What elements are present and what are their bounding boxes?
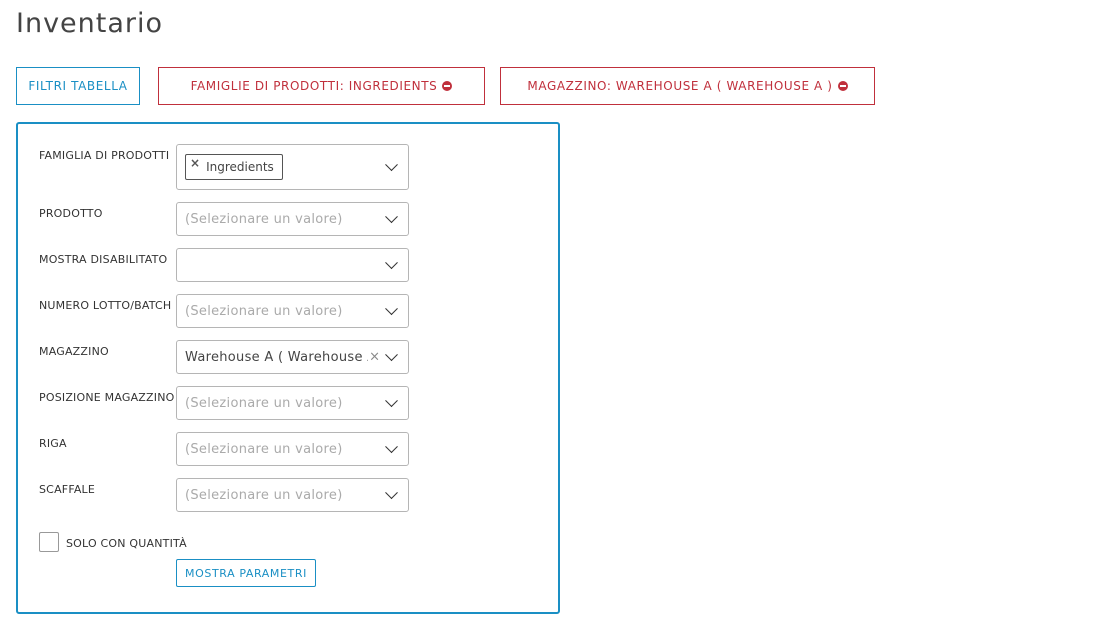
- chevron-down-icon: [385, 158, 398, 172]
- active-filter-label: FAMIGLIE DI PRODOTTI: INGREDIENTS: [190, 79, 438, 93]
- active-filter-product-family[interactable]: FAMIGLIE DI PRODOTTI: INGREDIENTS: [158, 67, 485, 105]
- close-icon[interactable]: ×: [369, 350, 380, 365]
- filter-panel: FAMIGLIA DI PRODOTTI × Ingredients PRODO…: [16, 122, 560, 614]
- shelf-select[interactable]: (Selezionare un valore): [176, 478, 409, 512]
- show-params-button[interactable]: MOSTRA PARAMETRI: [176, 559, 316, 587]
- chevron-down-icon: [385, 440, 398, 454]
- row-select[interactable]: (Selezionare un valore): [176, 432, 409, 466]
- only-with-quantity-checkbox[interactable]: [39, 532, 59, 552]
- filter-table-label: FILTRI TABELLA: [28, 79, 128, 93]
- show-params-label: MOSTRA PARAMETRI: [185, 566, 307, 580]
- chevron-down-icon: [385, 394, 398, 408]
- batch-number-select[interactable]: (Selezionare un valore): [176, 294, 409, 328]
- warehouse-location-select[interactable]: (Selezionare un valore): [176, 386, 409, 420]
- field-label-product-family: FAMIGLIA DI PRODOTTI: [39, 149, 170, 162]
- select-placeholder: (Selezionare un valore): [185, 441, 343, 457]
- select-value: Warehouse A ( Warehouse A ): [185, 349, 368, 365]
- page-title: Inventario: [16, 8, 164, 39]
- active-filter-warehouse[interactable]: MAGAZZINO: WAREHOUSE A ( WAREHOUSE A ): [500, 67, 875, 105]
- select-placeholder: (Selezionare un valore): [185, 395, 343, 411]
- chevron-down-icon: [385, 256, 398, 270]
- select-placeholder: (Selezionare un valore): [185, 211, 343, 227]
- filter-table-button[interactable]: FILTRI TABELLA: [16, 67, 140, 105]
- product-select[interactable]: (Selezionare un valore): [176, 202, 409, 236]
- minus-circle-icon[interactable]: [442, 81, 453, 91]
- field-label-batch-number: NUMERO LOTTO/BATCH: [39, 299, 172, 312]
- tag-label: Ingredients: [206, 160, 274, 174]
- chevron-down-icon: [385, 486, 398, 500]
- chevron-down-icon: [385, 302, 398, 316]
- only-with-quantity-label: SOLO CON QUANTITÀ: [66, 537, 187, 550]
- show-disabled-select[interactable]: [176, 248, 409, 282]
- field-label-show-disabled: MOSTRA DISABILITATO: [39, 253, 168, 266]
- active-filter-label: MAGAZZINO: WAREHOUSE A ( WAREHOUSE A ): [527, 79, 833, 93]
- field-label-warehouse: MAGAZZINO: [39, 345, 109, 358]
- select-placeholder: (Selezionare un valore): [185, 303, 343, 319]
- chevron-down-icon: [385, 348, 398, 362]
- field-label-product: PRODOTTO: [39, 207, 103, 220]
- field-label-shelf: SCAFFALE: [39, 483, 96, 496]
- warehouse-select[interactable]: Warehouse A ( Warehouse A ) ×: [176, 340, 409, 374]
- product-family-tag: × Ingredients: [185, 154, 283, 180]
- field-label-row: RIGA: [39, 437, 67, 450]
- field-label-warehouse-location: POSIZIONE MAGAZZINO: [39, 391, 175, 404]
- close-icon[interactable]: ×: [190, 156, 200, 170]
- select-placeholder: (Selezionare un valore): [185, 487, 343, 503]
- product-family-select[interactable]: × Ingredients: [176, 144, 409, 190]
- chevron-down-icon: [385, 210, 398, 224]
- minus-circle-icon[interactable]: [837, 81, 848, 91]
